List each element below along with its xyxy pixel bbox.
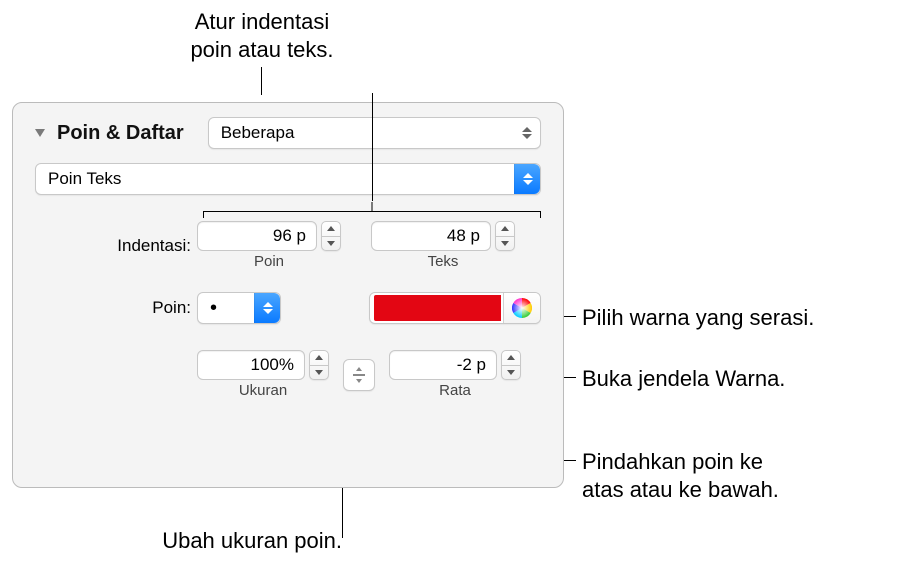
indent-label: Indentasi: xyxy=(35,236,197,256)
bullet-size-buttons[interactable] xyxy=(309,350,329,380)
indent-text-buttons[interactable] xyxy=(495,221,515,251)
bullet-align-sublabel: Rata xyxy=(401,382,509,399)
bullet-align-field[interactable]: -2 p xyxy=(389,350,497,380)
leader-top xyxy=(372,93,373,201)
step-up[interactable] xyxy=(310,351,328,365)
leader-line xyxy=(261,67,262,95)
indent-text-stepper[interactable]: 48 p xyxy=(371,221,515,251)
color-well[interactable] xyxy=(372,293,503,323)
align-vertical-icon xyxy=(351,366,367,384)
select-indicator xyxy=(254,293,280,323)
bullet-size-field[interactable]: 100% xyxy=(197,350,305,380)
callout-indent-text: Atur indentasi poin atau teks. xyxy=(190,9,333,62)
indent-text-sublabel: Teks xyxy=(383,253,503,270)
bullets-lists-panel: Poin & Daftar Beberapa Poin Teks Indenta… xyxy=(12,102,564,488)
bullet-size-value: 100% xyxy=(251,355,294,375)
bullet-char: • xyxy=(210,298,217,318)
disclosure-arrow[interactable] xyxy=(35,129,45,137)
popup-indicator xyxy=(522,127,532,139)
indent-bullet-stepper[interactable]: 96 p xyxy=(197,221,341,251)
bullet-color-control xyxy=(369,292,541,324)
step-down[interactable] xyxy=(322,237,340,251)
bullet-align-value: -2 p xyxy=(457,355,486,375)
align-middle-button[interactable] xyxy=(343,359,375,391)
color-picker-button[interactable] xyxy=(504,293,540,323)
indent-text-field[interactable]: 48 p xyxy=(371,221,491,251)
step-down[interactable] xyxy=(310,366,328,380)
indent-text-value: 48 p xyxy=(447,226,480,246)
section-title: Poin & Daftar xyxy=(57,122,184,145)
callout-indent: Atur indentasi poin atau teks. xyxy=(172,8,352,63)
step-up[interactable] xyxy=(496,222,514,236)
step-down[interactable] xyxy=(502,366,520,380)
callout-size-text: Ubah ukuran poin. xyxy=(162,528,342,553)
callout-move-a: Pindahkan poin ke xyxy=(582,449,763,474)
bullet-align-stepper[interactable]: -2 p xyxy=(389,350,521,380)
color-wheel-icon xyxy=(512,298,532,318)
callout-color-window: Buka jendela Warna. xyxy=(582,365,785,393)
indent-bullet-sublabel: Poin xyxy=(209,253,329,270)
step-up[interactable] xyxy=(322,222,340,236)
list-style-value: Beberapa xyxy=(221,123,295,143)
bullet-size-sublabel: Ukuran xyxy=(209,382,317,399)
bullet-type-select[interactable]: Poin Teks xyxy=(35,163,541,195)
callout-move-bullet: Pindahkan poin ke atas atau ke bawah. xyxy=(582,448,779,503)
callout-size: Ubah ukuran poin. xyxy=(112,527,342,555)
callout-move-b: atas atau ke bawah. xyxy=(582,477,779,502)
indent-bullet-buttons[interactable] xyxy=(321,221,341,251)
indent-bullet-value: 96 p xyxy=(273,226,306,246)
select-indicator xyxy=(514,164,540,194)
step-up[interactable] xyxy=(502,351,520,365)
bullet-char-select[interactable]: • xyxy=(197,292,281,324)
callout-color-matched-text: Pilih warna yang serasi. xyxy=(582,305,814,330)
bullet-align-buttons[interactable] xyxy=(501,350,521,380)
callout-color-matched: Pilih warna yang serasi. xyxy=(582,304,814,332)
bullet-type-value: Poin Teks xyxy=(48,169,121,189)
callout-color-window-text: Buka jendela Warna. xyxy=(582,366,785,391)
indent-bracket xyxy=(203,211,541,212)
step-down[interactable] xyxy=(496,237,514,251)
bullet-size-stepper[interactable]: 100% xyxy=(197,350,329,380)
bullet-label: Poin: xyxy=(35,298,197,318)
indent-bullet-field[interactable]: 96 p xyxy=(197,221,317,251)
list-style-popup[interactable]: Beberapa xyxy=(208,117,541,149)
